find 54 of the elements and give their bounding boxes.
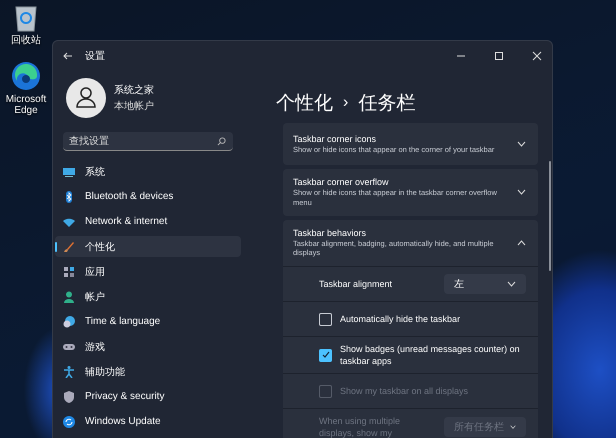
- setting-label: Automatically hide the taskbar: [340, 312, 462, 326]
- search-field[interactable]: 查找设置: [63, 132, 233, 151]
- desktop-icon-label[interactable]: Microsoft Edge: [1, 94, 51, 116]
- dropdown[interactable]: 左: [444, 274, 526, 294]
- nav-item[interactable]: Privacy & security: [55, 386, 241, 407]
- desktop-icon-label[interactable]: 回收站: [11, 35, 41, 46]
- apps-icon: [63, 266, 75, 278]
- nav-item[interactable]: Bluetooth & devices: [55, 186, 241, 207]
- recycle-bin-icon[interactable]: [13, 4, 39, 32]
- chevron-down-icon: [517, 141, 526, 147]
- section-title: Taskbar corner overflow: [293, 177, 390, 187]
- setting-label: Taskbar alignment: [319, 278, 394, 290]
- brush-icon: [63, 240, 75, 252]
- search-icon: [217, 137, 226, 146]
- breadcrumb-separator: ›: [343, 94, 348, 112]
- monitor-icon: [63, 166, 75, 178]
- sync-icon: [63, 416, 75, 428]
- breadcrumb-parent[interactable]: 个性化: [276, 90, 333, 116]
- nav-item[interactable]: 游戏: [55, 336, 241, 357]
- setting-label: When using multiple displays, show my: [319, 415, 402, 438]
- scrollbar[interactable]: [549, 161, 551, 271]
- nav-item[interactable]: Windows Update: [55, 411, 241, 432]
- nav-item[interactable]: 辅助功能: [55, 361, 241, 382]
- nav-item[interactable]: 应用: [55, 261, 241, 282]
- chevron-down-icon: [507, 281, 516, 287]
- accessibility-icon: [63, 366, 75, 378]
- chevron-up-icon: [517, 240, 526, 246]
- window-title: 设置: [85, 50, 105, 63]
- maximize-icon[interactable]: [494, 51, 504, 61]
- checkbox[interactable]: [319, 348, 332, 362]
- section-title: Taskbar behaviors: [293, 228, 368, 238]
- nav-item[interactable]: 系统: [55, 161, 241, 182]
- chevron-down-icon: [510, 424, 516, 430]
- setting-label: Show my taskbar on all displays: [340, 385, 470, 398]
- check-icon: [322, 351, 330, 360]
- nav-item[interactable]: Time & language: [55, 311, 241, 332]
- nav-item[interactable]: 帐户: [55, 286, 241, 307]
- close-icon[interactable]: [532, 51, 542, 61]
- shield-icon: [63, 390, 75, 402]
- nav-item[interactable]: Network & internet: [55, 211, 241, 232]
- bluetooth-icon: [63, 190, 75, 202]
- back-arrow-icon[interactable]: [63, 51, 73, 61]
- person-icon: [63, 290, 75, 302]
- avatar-icon: [66, 78, 106, 118]
- page-title: 任务栏: [358, 92, 416, 116]
- setting-label: Show badges (unread messages counter) on taskbar apps: [340, 343, 521, 368]
- nav-item[interactable]: 个性化: [55, 236, 241, 257]
- wifi-icon: [63, 216, 75, 228]
- edge-icon[interactable]: [11, 60, 41, 90]
- account-name: 系统之家: [114, 84, 154, 97]
- globe-clock-icon: [63, 316, 75, 328]
- account-type: 本地帐户: [114, 100, 154, 113]
- chevron-down-icon: [517, 189, 526, 196]
- section-title: Taskbar corner icons: [293, 134, 378, 144]
